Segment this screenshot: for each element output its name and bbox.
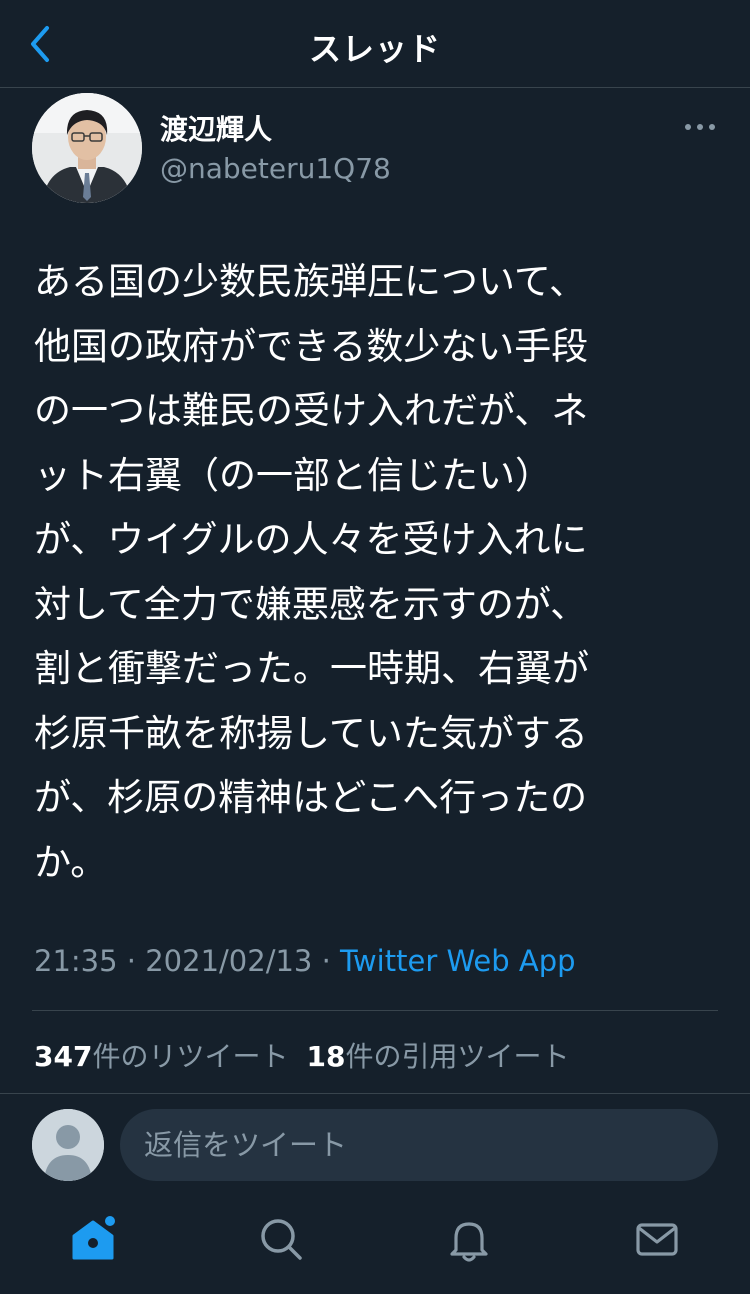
author-avatar[interactable] [32, 93, 142, 203]
bottom-tab-bar [0, 1196, 750, 1294]
tweet-meta: 21:35 · 2021/02/13 · Twitter Web App [34, 944, 576, 978]
meta-separator: · [126, 944, 137, 978]
tweet-text-line: が、杉原の精神はどこへ行ったの [34, 776, 588, 819]
mail-icon [636, 1223, 678, 1256]
tweet-text-line: の一つは難民の受け入れだが、ネ [34, 389, 589, 432]
tweet-text-line: 割と衝撃だった。一時期、右翼が [34, 647, 589, 690]
page-title: スレッド [308, 30, 441, 68]
retweets-label: 件のリツイート [92, 1040, 289, 1073]
meta-separator: · [321, 944, 331, 978]
tweet-text-line: が、ウイグルの人々を受け入れに [34, 518, 588, 561]
tab-home[interactable] [68, 1214, 118, 1264]
tweet-text-line: 他国の政府ができる数少ない手段 [34, 324, 589, 368]
tweet-text-line: ある国の少数民族弾圧について、 [34, 260, 587, 303]
search-icon [261, 1219, 302, 1260]
person-photo [32, 93, 142, 203]
tab-notifications[interactable] [444, 1214, 494, 1264]
divider [32, 1010, 718, 1011]
quotes-stat[interactable]: 18件の引用ツイート [306, 1040, 569, 1073]
tweet-time: 21:35 [34, 944, 118, 978]
author-handle[interactable]: @nabeteru1Q78 [160, 152, 391, 185]
tweet-date: 2021/02/13 [145, 944, 313, 978]
tweet-source-link[interactable]: Twitter Web App [340, 944, 576, 978]
tweet-text-line: か。 [34, 840, 108, 884]
quotes-label: 件の引用ツイート [345, 1040, 570, 1073]
tweet-text-line: 杉原千畝を称揚していた気がする [34, 711, 588, 755]
tab-messages[interactable] [632, 1214, 682, 1264]
tweet-text-line: 対して全力で嫌悪感を示すのが、 [34, 582, 588, 626]
tweet-stats: 347件のリツイート 18件の引用ツイート [34, 1035, 569, 1075]
top-bar: スレッド [0, 0, 750, 88]
retweets-count: 347 [34, 1040, 93, 1073]
default-avatar-icon [32, 1109, 104, 1181]
reply-input[interactable]: 返信をツイート [120, 1109, 718, 1181]
author-name[interactable]: 渡辺輝人 [160, 108, 272, 148]
user-avatar[interactable] [32, 1109, 104, 1181]
more-dots-icon [685, 124, 715, 130]
home-icon [72, 1216, 115, 1260]
more-options-button[interactable] [680, 112, 720, 142]
tweet-text: ある国の少数民族弾圧について、 他国の政府ができる数少ない手段 の一つは難民の受… [34, 250, 684, 895]
tweet-text-line: ット右翼（の一部と信じたい） [34, 453, 552, 497]
retweets-stat[interactable]: 347件のリツイート [34, 1040, 288, 1073]
bell-icon [450, 1222, 488, 1262]
divider [0, 1093, 750, 1094]
quotes-count: 18 [306, 1040, 346, 1073]
tab-search[interactable] [256, 1214, 306, 1264]
